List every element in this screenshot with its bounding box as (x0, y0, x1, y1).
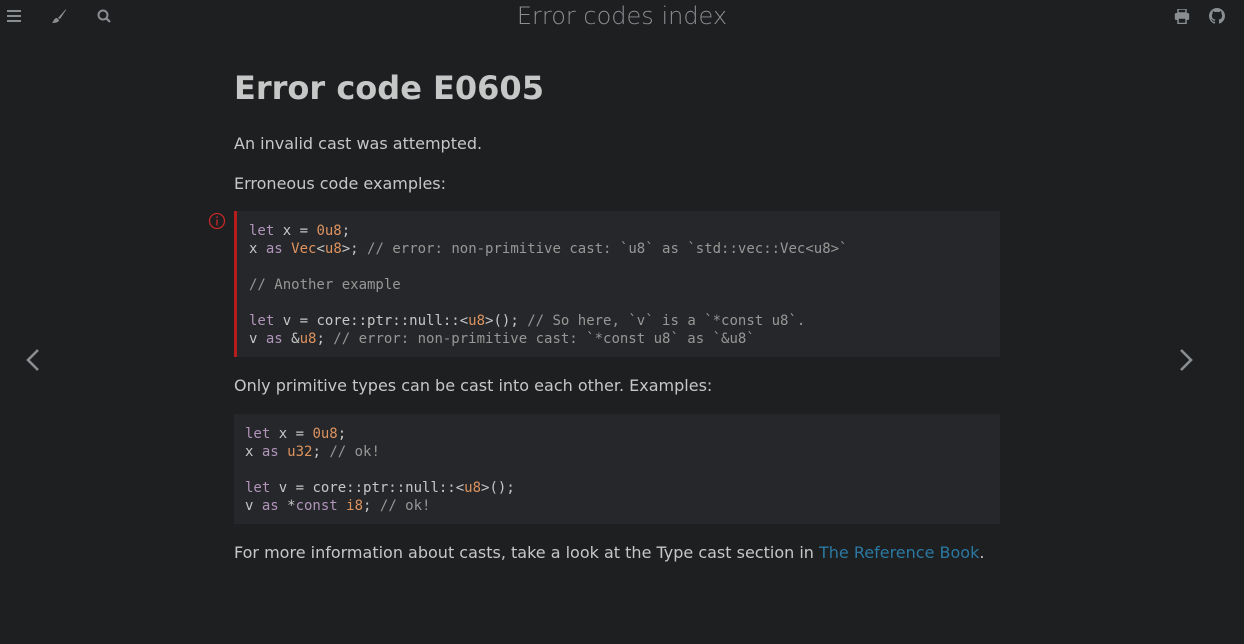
next-chapter-icon[interactable] (1174, 344, 1198, 376)
compile-fail-icon (208, 212, 226, 230)
code-line: let x = 0u8; (245, 426, 347, 442)
book-title: Error codes index (516, 2, 728, 30)
code-line: // Another example (249, 277, 401, 293)
github-icon[interactable] (1205, 4, 1229, 28)
code-line: x as Vec<u8>; // error: non-primitive ca… (249, 241, 848, 257)
code-line: let v = core::ptr::null::<u8>(); (245, 480, 515, 496)
code-line: let x = 0u8; (249, 223, 351, 239)
erroneous-label: Erroneous code examples: (234, 174, 447, 193)
more-info-prefix: For more information about casts, take a… (234, 543, 820, 562)
code-line: let v = core::ptr::null::<u8>(); // So h… (249, 313, 806, 329)
more-info-suffix: . (979, 543, 985, 562)
erroneous-code-block: let x = 0u8; x as Vec<u8>; // error: non… (234, 211, 1000, 357)
menu-bar: Error codes index (0, 0, 1244, 32)
print-icon[interactable] (1170, 4, 1194, 28)
more-info-text: For more information about casts, take a… (234, 541, 984, 565)
reference-book-link[interactable]: The Reference Book (819, 543, 979, 562)
code-line: v as &u8; // error: non-primitive cast: … (249, 331, 755, 347)
code-line: x as u32; // ok! (245, 444, 380, 460)
primitive-label: Only primitive types can be cast into ea… (234, 376, 713, 395)
previous-chapter-icon[interactable] (21, 344, 45, 376)
ok-code-block: let x = 0u8; x as u32; // ok! let v = co… (234, 414, 1000, 524)
page-title: Error code E0605 (234, 69, 544, 107)
main-content: Error code E0605 An invalid cast was att… (234, 60, 1000, 562)
code-line: v as *const i8; // ok! (245, 498, 431, 514)
intro-text: An invalid cast was attempted. (234, 134, 483, 153)
